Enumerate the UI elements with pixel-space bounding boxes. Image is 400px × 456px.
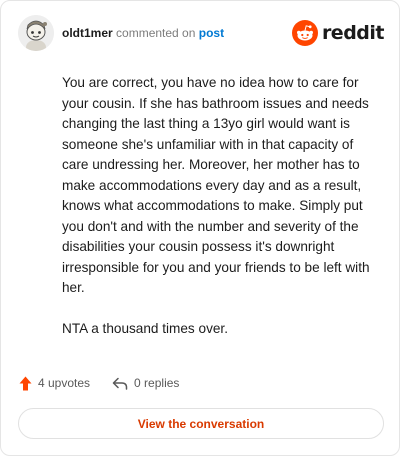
upvote-stat[interactable]: 4 upvotes	[19, 376, 90, 391]
reply-stat[interactable]: 0 replies	[112, 376, 179, 390]
reply-count: 0 replies	[134, 376, 180, 390]
upvote-count: 4 upvotes	[38, 376, 91, 390]
reply-arrow-icon	[112, 377, 128, 390]
snoo-avatar-icon	[18, 15, 54, 51]
reddit-wordmark: reddit	[321, 22, 385, 44]
comment-paragraph: You are correct, you have no idea how to…	[62, 75, 370, 295]
post-link[interactable]: post	[199, 26, 224, 40]
comment-body: You are correct, you have no idea how to…	[62, 73, 374, 359]
comment-header: oldt1mer commented on post reddit	[18, 15, 386, 53]
reddit-snoo-icon	[291, 20, 318, 46]
action-text: commented on	[116, 26, 196, 40]
embedded-comment-card: oldt1mer commented on post reddit You ar…	[0, 0, 400, 456]
upvote-arrow-icon	[19, 376, 32, 390]
view-conversation-button[interactable]: View the conversation	[18, 408, 384, 439]
comment-paragraph: NTA a thousand times over.	[62, 320, 228, 336]
user-avatar[interactable]	[18, 15, 54, 51]
username-link[interactable]: oldt1mer	[62, 26, 113, 40]
comment-stats: 4 upvotes 0 replies	[19, 374, 179, 392]
comment-meta: oldt1mer commented on post	[62, 26, 224, 40]
reddit-logo[interactable]: reddit	[291, 20, 385, 46]
